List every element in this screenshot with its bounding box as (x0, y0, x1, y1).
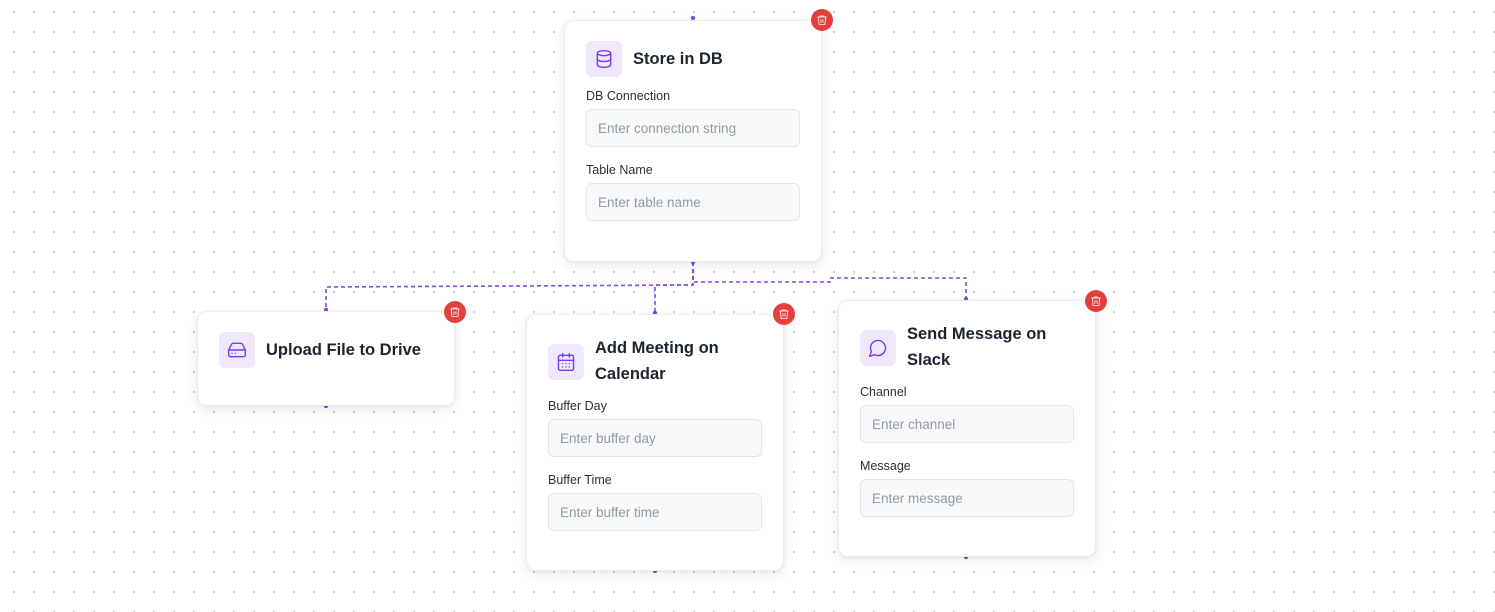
calendar-icon (548, 344, 584, 380)
delete-add-meeting-button[interactable] (773, 303, 795, 325)
message-input[interactable] (860, 479, 1074, 517)
buffer-time-label: Buffer Time (548, 473, 612, 487)
edge-store-to-upload (325, 262, 694, 310)
database-icon (586, 41, 622, 77)
workflow-canvas[interactable]: Store in DB DB Connection Table Name Upl… (0, 0, 1495, 612)
node-title: Add Meeting on Calendar (595, 339, 719, 383)
channel-input[interactable] (860, 405, 1074, 443)
trash-icon (817, 15, 827, 25)
buffer-day-input[interactable] (548, 419, 762, 457)
node-add-meeting-on-calendar[interactable]: Add Meeting on Calendar Buffer Day Buffe… (526, 314, 784, 571)
delete-store-in-db-button[interactable] (811, 9, 833, 31)
hard-drive-icon (219, 332, 255, 368)
node-header: Store in DB (586, 41, 800, 77)
message-label: Message (860, 459, 911, 473)
trash-icon (1091, 296, 1101, 306)
db-connection-input[interactable] (586, 109, 800, 147)
node-header: Send Message on Slack (860, 321, 1074, 373)
node-upload-file-to-drive[interactable]: Upload File to Drive (197, 311, 455, 406)
db-connection-label: DB Connection (586, 89, 671, 103)
trash-icon (779, 309, 789, 319)
message-circle-icon (860, 330, 896, 366)
trash-icon (450, 307, 460, 317)
edge-store-to-slack (692, 262, 967, 299)
node-store-in-db[interactable]: Store in DB DB Connection Table Name (564, 20, 822, 262)
delete-upload-file-to-drive-button[interactable] (444, 301, 466, 323)
node-send-message-on-slack[interactable]: Send Message on Slack Channel Message (838, 300, 1096, 557)
node-header: Add Meeting on Calendar (548, 335, 762, 387)
buffer-day-label: Buffer Day (548, 399, 607, 413)
node-title: Upload File to Drive (266, 341, 421, 359)
buffer-time-input[interactable] (548, 493, 762, 531)
table-name-label: Table Name (586, 163, 653, 177)
node-title: Store in DB (633, 50, 723, 68)
edge-store-to-meeting (654, 262, 694, 313)
table-name-input[interactable] (586, 183, 800, 221)
channel-label: Channel (860, 385, 907, 399)
delete-send-message-button[interactable] (1085, 290, 1107, 312)
node-title: Send Message on Slack (907, 325, 1047, 369)
node-header: Upload File to Drive (219, 332, 433, 368)
